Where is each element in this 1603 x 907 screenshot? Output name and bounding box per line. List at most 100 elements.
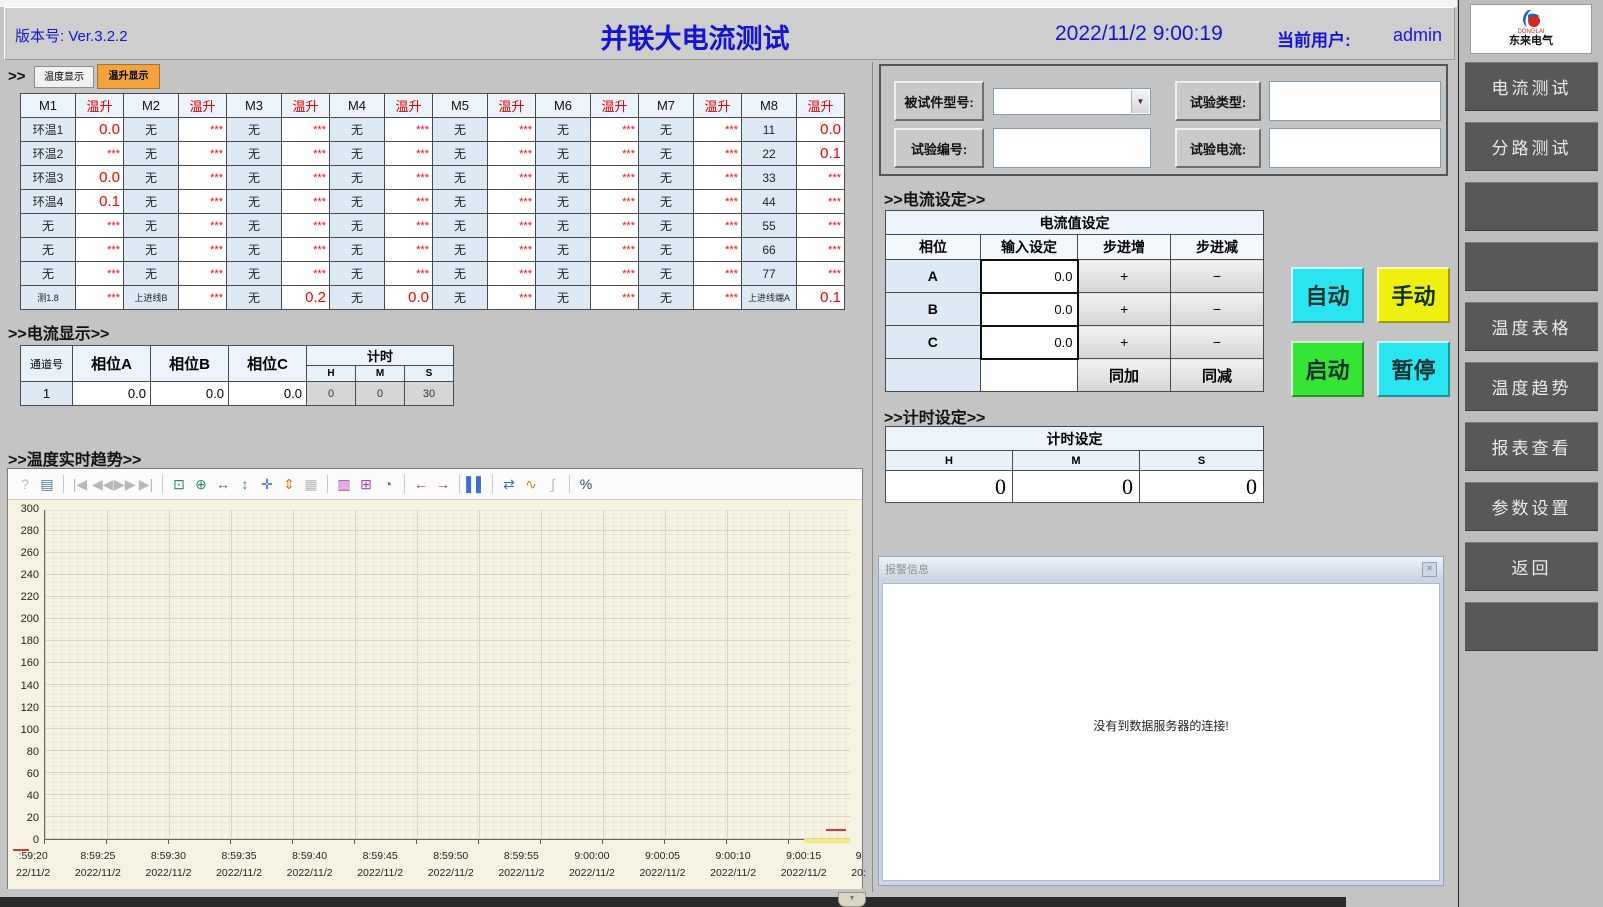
- temp-value-cell: ***: [694, 214, 742, 238]
- prev-page-icon[interactable]: ◀◀: [92, 474, 112, 494]
- phase-c-step-up-button[interactable]: +: [1078, 326, 1171, 359]
- y-axis-tick-label: 0: [33, 834, 39, 846]
- start-button[interactable]: 启动: [1291, 341, 1364, 397]
- cursor-icon[interactable]: ⇄: [499, 474, 519, 494]
- function-icon[interactable]: ∫: [543, 474, 563, 494]
- timer-minutes-setting[interactable]: 0: [1013, 471, 1140, 503]
- test-number-input[interactable]: [993, 128, 1151, 168]
- scale-axis-icon[interactable]: ⇕: [279, 474, 299, 494]
- next-page-icon[interactable]: ▶▶: [114, 474, 134, 494]
- temp-label-cell: 无: [124, 238, 179, 262]
- combo-dropdown-icon[interactable]: ▼: [1131, 90, 1149, 113]
- current-display-table: 通道号 相位A 相位B 相位C 计时 H M S 1 0.0 0.0 0.0 0…: [20, 345, 454, 406]
- sidebar-item-3[interactable]: [1465, 242, 1598, 291]
- pause-button[interactable]: 暂停: [1377, 341, 1450, 397]
- add-curve-icon[interactable]: ⊞: [356, 474, 376, 494]
- phase-b-setpoint[interactable]: 0.0: [981, 293, 1078, 326]
- range-brackets-icon[interactable]: ∿: [521, 474, 541, 494]
- timer-hours-value: 0: [307, 382, 356, 406]
- all-step-up-button[interactable]: 同加: [1078, 359, 1171, 392]
- help-icon[interactable]: ?: [15, 474, 35, 494]
- sidebar-item-6[interactable]: 报表查看: [1465, 422, 1598, 471]
- first-page-icon[interactable]: |◀: [70, 474, 90, 494]
- x-axis-tick-label: 8:59:252022/11/2: [75, 848, 121, 882]
- temp-col-header: M6: [536, 94, 591, 118]
- sidebar-item-label: 返回: [1512, 554, 1552, 579]
- alarm-content: 没有到数据服务器的连接!: [882, 583, 1440, 881]
- toolbar-separator: [63, 475, 64, 493]
- tab-temperature-display[interactable]: 温度显示: [34, 66, 94, 88]
- top-strip: [0, 0, 1457, 7]
- timer-setting-title: >>计时设定>>: [884, 404, 985, 428]
- percent-scale-icon[interactable]: %: [576, 474, 596, 494]
- grid-icon[interactable]: ▦: [301, 474, 321, 494]
- plot-area[interactable]: [44, 510, 850, 840]
- temp-value-cell: ***: [282, 262, 330, 286]
- phase-a-setpoint[interactable]: 0.0: [981, 260, 1078, 293]
- chart-body: 3002802602402202001801601401201008060402…: [8, 500, 862, 889]
- temp-label-cell: 无: [330, 214, 385, 238]
- y-axis-tick-label: 40: [27, 790, 39, 802]
- phase-b-step-up-button[interactable]: +: [1078, 293, 1171, 326]
- phase-b-step-down-button[interactable]: −: [1171, 293, 1264, 326]
- temp-value-cell: ***: [282, 238, 330, 262]
- y-axis-tick-label: 240: [21, 569, 39, 581]
- logo-icon: [1518, 9, 1544, 29]
- tabs-prefix: >>: [8, 68, 26, 85]
- tab-temperature-rise-display[interactable]: 温升显示: [97, 64, 160, 89]
- scroll-left-icon[interactable]: ←: [411, 474, 431, 494]
- zoom-box-icon[interactable]: ⊡: [169, 474, 189, 494]
- temp-label-cell: 无: [124, 142, 179, 166]
- phase-a-step-up-button[interactable]: +: [1078, 260, 1171, 293]
- timer-col-h: H: [886, 451, 1013, 471]
- page-title: 并联大电流测试: [485, 17, 905, 56]
- zoom-vertical-icon[interactable]: ↕: [235, 474, 255, 494]
- auto-button[interactable]: 自动: [1291, 267, 1364, 323]
- temp-value-cell: ***: [488, 286, 536, 310]
- sidebar-item-4[interactable]: 温度表格: [1465, 302, 1598, 351]
- col-phase-c: 相位C: [229, 346, 307, 382]
- test-current-input[interactable]: [1269, 128, 1441, 168]
- temp-value-cell: ***: [694, 118, 742, 142]
- alarm-titlebar[interactable]: 报警信息 ×: [879, 557, 1443, 581]
- temp-label-cell: 无: [639, 118, 694, 142]
- temp-value-cell: 0.2: [282, 286, 330, 310]
- collapse-handle[interactable]: ▼: [838, 892, 866, 907]
- sidebar-item-9[interactable]: [1465, 602, 1598, 651]
- zoom-in-icon[interactable]: ⊕: [191, 474, 211, 494]
- clock-icon[interactable]: ◔: [378, 474, 398, 494]
- test-type-input[interactable]: [1269, 81, 1441, 121]
- x-axis-tick-label: 8:59:452022/11/2: [357, 848, 403, 882]
- data-columns-icon[interactable]: ▥: [334, 474, 354, 494]
- temp-value-cell: ***: [385, 262, 433, 286]
- temp-table-row: 无***无***无***无***无***无***无***66***: [21, 238, 845, 262]
- timer-seconds-setting[interactable]: 0: [1140, 471, 1264, 503]
- close-icon[interactable]: ×: [1422, 562, 1437, 577]
- zoom-horizontal-icon[interactable]: ↔: [213, 474, 233, 494]
- temp-label-cell: 无: [639, 166, 694, 190]
- sidebar-item-1[interactable]: 分路测试: [1465, 122, 1598, 171]
- phase-c-setpoint[interactable]: 0.0: [981, 326, 1078, 359]
- phase-c-step-down-button[interactable]: −: [1171, 326, 1264, 359]
- all-step-down-button[interactable]: 同减: [1171, 359, 1264, 392]
- timer-hours-setting[interactable]: 0: [886, 471, 1013, 503]
- sidebar-item-5[interactable]: 温度趋势: [1465, 362, 1598, 411]
- temp-value-cell: ***: [488, 118, 536, 142]
- pause-trend-icon[interactable]: ▌▌: [466, 474, 486, 494]
- temp-col-header: 温升: [488, 94, 536, 118]
- temp-label-cell: 无: [433, 118, 488, 142]
- pan-icon[interactable]: ✛: [257, 474, 277, 494]
- sidebar-item-7[interactable]: 参数设置: [1465, 482, 1598, 531]
- sidebar-item-8[interactable]: 返回: [1465, 542, 1598, 591]
- phase-a-step-down-button[interactable]: −: [1171, 260, 1264, 293]
- manual-button[interactable]: 手动: [1377, 267, 1450, 323]
- last-page-icon[interactable]: ▶|: [136, 474, 156, 494]
- scroll-right-icon[interactable]: →: [433, 474, 453, 494]
- sidebar-item-0[interactable]: 电流测试: [1465, 62, 1598, 111]
- model-combobox[interactable]: ▼: [993, 88, 1151, 115]
- temp-label-cell: 环温2: [21, 142, 76, 166]
- sidebar-item-2[interactable]: [1465, 182, 1598, 231]
- temp-col-header: 温升: [591, 94, 639, 118]
- export-report-icon[interactable]: ▤: [37, 474, 57, 494]
- temp-value-cell: ***: [797, 238, 845, 262]
